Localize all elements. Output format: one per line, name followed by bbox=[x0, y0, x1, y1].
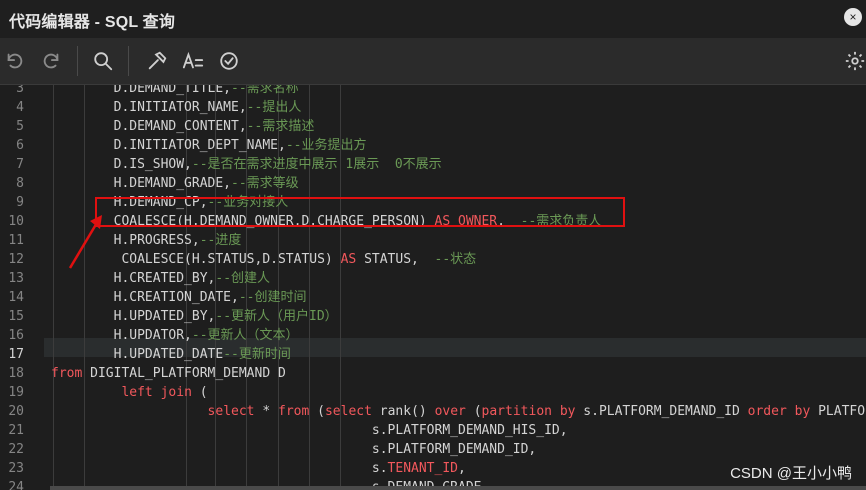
code-text: select * from (select rank() over (parti… bbox=[207, 404, 866, 419]
line-number: 23 bbox=[8, 461, 24, 476]
title-bar: 代码编辑器 - SQL 查询 × bbox=[0, 0, 866, 38]
line-number: 8 bbox=[16, 176, 24, 191]
code-text: s.PLATFORM_DEMAND_ID, bbox=[51, 442, 537, 457]
code-line[interactable]: 12 COALESCE(H.STATUS,D.STATUS) AS STATUS… bbox=[0, 250, 866, 269]
line-number: 22 bbox=[8, 442, 24, 457]
line-number: 7 bbox=[16, 157, 24, 172]
code-line[interactable]: 16 H.UPDATOR,--更新人（文本） bbox=[0, 326, 866, 345]
format-icon[interactable] bbox=[182, 50, 204, 72]
close-button[interactable]: × bbox=[844, 8, 862, 26]
watermark: CSDN @王小小鸭 bbox=[730, 465, 852, 482]
code-line[interactable]: 13 H.CREATED_BY,--创建人 bbox=[0, 269, 866, 288]
code-text: D.INITIATOR_NAME,--提出人 bbox=[51, 100, 302, 115]
code-text: D.DEMAND_CONTENT,--需求描述 bbox=[51, 119, 315, 134]
code-line[interactable]: 14 H.CREATION_DATE,--创建时间 bbox=[0, 288, 866, 307]
line-number: 10 bbox=[8, 214, 24, 229]
code-text: s.TENANT_ID, bbox=[51, 461, 466, 476]
code-text: D.IS_SHOW,--是否在需求进度中展示 1展示 0不展示 bbox=[51, 157, 442, 172]
hammer-icon[interactable] bbox=[146, 50, 168, 72]
line-number: 20 bbox=[8, 404, 24, 419]
line-number: 17 bbox=[8, 347, 24, 362]
redo-icon[interactable] bbox=[40, 50, 62, 72]
line-number: 11 bbox=[8, 233, 24, 248]
line-number: 14 bbox=[8, 290, 24, 305]
code-text: COALESCE(H.STATUS,D.STATUS) AS STATUS, -… bbox=[51, 252, 477, 267]
line-number: 5 bbox=[16, 119, 24, 134]
toolbar bbox=[0, 38, 866, 85]
code-line[interactable]: 20 select * from (select rank() over (pa… bbox=[0, 402, 866, 421]
code-text: D.INITIATOR_DEPT_NAME,--业务提出方 bbox=[51, 138, 367, 153]
code-line[interactable]: 6 D.INITIATOR_DEPT_NAME,--业务提出方 bbox=[0, 136, 866, 155]
line-number: 15 bbox=[8, 309, 24, 324]
code-line[interactable]: 18 from DIGITAL_PLATFORM_DEMAND D bbox=[0, 364, 866, 383]
code-text: s.PLATFORM_DEMAND_HIS_ID, bbox=[51, 423, 568, 438]
line-number: 9 bbox=[16, 195, 24, 210]
line-number: 6 bbox=[16, 138, 24, 153]
code-text: H.UPDATED_BY,--更新人（用户ID） bbox=[51, 309, 338, 324]
line-number: 4 bbox=[16, 100, 24, 115]
code-text: from DIGITAL_PLATFORM_DEMAND D bbox=[51, 366, 286, 381]
line-number: 18 bbox=[8, 366, 24, 381]
toolbar-separator bbox=[77, 46, 78, 76]
code-text: H.CREATION_DATE,--创建时间 bbox=[51, 290, 307, 305]
code-line[interactable]: 21 s.PLATFORM_DEMAND_HIS_ID, bbox=[0, 421, 866, 440]
horizontal-scrollbar[interactable] bbox=[50, 486, 866, 490]
code-text: D.DEMAND_TITLE,--需求名称 bbox=[51, 85, 299, 96]
line-number: 16 bbox=[8, 328, 24, 343]
code-line[interactable]: 19 left join ( bbox=[0, 383, 866, 402]
code-line[interactable]: 22 s.PLATFORM_DEMAND_ID, bbox=[0, 440, 866, 459]
settings-icon[interactable] bbox=[844, 50, 866, 72]
code-line[interactable]: 8 H.DEMAND_GRADE,--需求等级 bbox=[0, 174, 866, 193]
code-line[interactable]: 4 D.INITIATOR_NAME,--提出人 bbox=[0, 98, 866, 117]
line-number: 19 bbox=[8, 385, 24, 400]
line-number: 13 bbox=[8, 271, 24, 286]
code-line[interactable]: 15 H.UPDATED_BY,--更新人（用户ID） bbox=[0, 307, 866, 326]
highlight-box bbox=[95, 197, 625, 227]
code-text: H.DEMAND_GRADE,--需求等级 bbox=[51, 176, 299, 191]
check-circle-icon[interactable] bbox=[218, 50, 240, 72]
code-editor[interactable]: 3 D.DEMAND_TITLE,--需求名称 4 D.INITIATOR_NAM… bbox=[0, 85, 866, 490]
code-line[interactable]: 17 H.UPDATED_DATE--更新时间 bbox=[0, 345, 866, 364]
code-line[interactable]: 11 H.PROGRESS,--进度 bbox=[0, 231, 866, 250]
line-number: 3 bbox=[16, 85, 24, 96]
code-text: H.UPDATOR,--更新人（文本） bbox=[51, 328, 299, 343]
undo-icon[interactable] bbox=[4, 50, 26, 72]
code-line[interactable]: 3 D.DEMAND_TITLE,--需求名称 bbox=[0, 85, 866, 98]
window-title: 代码编辑器 - SQL 查询 bbox=[9, 14, 176, 31]
code-line[interactable]: 5 D.DEMAND_CONTENT,--需求描述 bbox=[0, 117, 866, 136]
code-text: left join ( bbox=[121, 385, 208, 400]
toolbar-separator bbox=[128, 46, 129, 76]
line-number: 24 bbox=[8, 480, 24, 490]
code-line[interactable]: 7 D.IS_SHOW,--是否在需求进度中展示 1展示 0不展示 bbox=[0, 155, 866, 174]
search-icon[interactable] bbox=[92, 50, 114, 72]
annotation-arrow bbox=[68, 215, 102, 269]
line-number: 12 bbox=[8, 252, 24, 267]
code-text: H.UPDATED_DATE--更新时间 bbox=[51, 347, 291, 362]
line-number: 21 bbox=[8, 423, 24, 438]
